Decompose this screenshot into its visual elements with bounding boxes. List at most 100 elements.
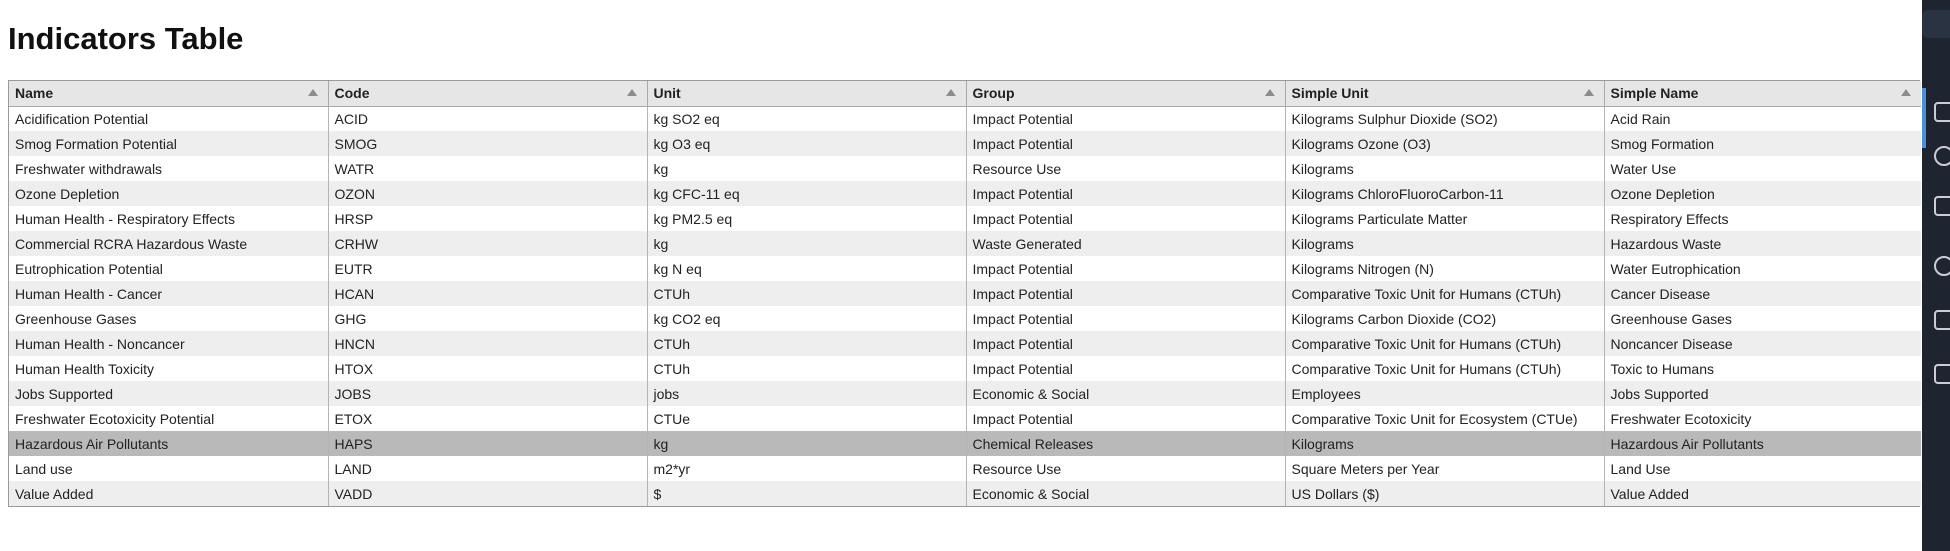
cell-simple-unit: Kilograms ChloroFluoroCarbon-11	[1285, 181, 1605, 206]
cell-simple-unit: Kilograms Ozone (O3)	[1285, 131, 1605, 156]
table-row[interactable]: Commercial RCRA Hazardous Waste CRHW kg Was…	[9, 231, 1921, 256]
cell-code: HTOX	[328, 356, 648, 381]
sort-asc-icon[interactable]	[1901, 89, 1911, 96]
cell-unit: CTUh	[647, 281, 967, 306]
table-row[interactable]: Acidification Potential ACID kg SO2 eq Impa…	[9, 106, 1921, 131]
sort-asc-icon[interactable]	[307, 89, 318, 96]
cell-unit: CTUh	[647, 331, 967, 356]
cell-simple-name: Smog Formation	[1604, 131, 1921, 156]
cell-code: VADD	[328, 481, 648, 506]
table-row[interactable]: Hazardous Air Pollutants HAPS kg Chemical R…	[9, 431, 1921, 456]
cell-name: Jobs Supported	[9, 381, 329, 406]
table-row[interactable]: Jobs Supported JOBS jobs Economic & Social E…	[9, 381, 1921, 406]
cell-code: LAND	[328, 456, 648, 481]
cell-name: Freshwater withdrawals	[9, 156, 329, 181]
cell-unit: CTUe	[647, 406, 967, 431]
cell-group: Impact Potential	[966, 181, 1286, 206]
table-row[interactable]: Greenhouse Gases GHG kg CO2 eq Impact Poten…	[9, 306, 1921, 331]
cell-simple-unit: Kilograms Sulphur Dioxide (SO2)	[1285, 106, 1605, 131]
cell-simple-name: Water Eutrophication	[1604, 256, 1921, 281]
sort-asc-icon[interactable]	[1264, 89, 1275, 96]
cell-code: ETOX	[328, 406, 648, 431]
column-header-unit[interactable]: Unit	[647, 81, 967, 107]
cell-simple-name: Respiratory Effects	[1604, 206, 1921, 231]
cell-name: Land use	[9, 456, 329, 481]
cell-name: Acidification Potential	[9, 106, 329, 131]
cell-group: Impact Potential	[966, 281, 1286, 306]
page-title: Indicators Table	[8, 21, 244, 56]
cell-group: Waste Generated	[966, 231, 1286, 256]
table-row[interactable]: Human Health Toxicity HTOX CTUh Impact Pote…	[9, 356, 1921, 381]
cell-group: Resource Use	[966, 156, 1286, 181]
cell-name: Human Health - Cancer	[9, 281, 329, 306]
cell-simple-unit: Comparative Toxic Unit for Humans (CTUh)	[1285, 331, 1605, 356]
cell-simple-name: Cancer Disease	[1604, 281, 1921, 306]
dock-top-button[interactable]	[1922, 10, 1950, 38]
extensions-icon[interactable]	[1934, 310, 1950, 330]
cell-group: Impact Potential	[966, 106, 1286, 131]
cell-name: Eutrophication Potential	[9, 256, 329, 281]
cell-name: Value Added	[9, 481, 329, 506]
cell-simple-unit: Employees	[1285, 381, 1605, 406]
search-icon[interactable]	[1934, 146, 1950, 166]
table-row[interactable]: Land use LAND m2*yr Resource Use Square Mete…	[9, 456, 1921, 481]
sort-asc-icon[interactable]	[1583, 89, 1594, 96]
table-row[interactable]: Freshwater withdrawals WATR kg Resource Use…	[9, 156, 1921, 181]
cell-group: Impact Potential	[966, 131, 1286, 156]
cell-simple-name: Acid Rain	[1604, 106, 1921, 131]
cell-unit: kg PM2.5 eq	[647, 206, 967, 231]
column-header-simple-unit[interactable]: Simple Unit	[1285, 81, 1605, 107]
cell-group: Chemical Releases	[966, 431, 1286, 456]
cell-simple-unit: Comparative Toxic Unit for Humans (CTUh)	[1285, 281, 1605, 306]
cell-code: HAPS	[328, 431, 648, 456]
debug-icon[interactable]	[1934, 256, 1950, 276]
cell-group: Impact Potential	[966, 331, 1286, 356]
cell-code: CRHW	[328, 231, 648, 256]
column-header-simple-name[interactable]: Simple Name	[1604, 81, 1921, 107]
table-row[interactable]: Human Health - Cancer HCAN CTUh Impact Pote…	[9, 281, 1921, 306]
cell-simple-name: Noncancer Disease	[1604, 331, 1921, 356]
cell-unit: kg	[647, 431, 967, 456]
cell-code: EUTR	[328, 256, 648, 281]
cell-simple-name: Water Use	[1604, 156, 1921, 181]
cell-simple-unit: Comparative Toxic Unit for Humans (CTUh)	[1285, 356, 1605, 381]
source-control-icon[interactable]	[1934, 196, 1950, 216]
cell-simple-unit: Kilograms Particulate Matter	[1285, 206, 1605, 231]
table-body: Acidification Potential ACID kg SO2 eq Impa…	[9, 106, 1921, 506]
cell-simple-name: Hazardous Waste	[1604, 231, 1921, 256]
cell-simple-name: Hazardous Air Pollutants	[1604, 431, 1921, 456]
files-icon[interactable]	[1934, 102, 1950, 122]
cell-simple-name: Ozone Depletion	[1604, 181, 1921, 206]
indicators-table-container: Name Code Unit Group Simple Unit Simple …	[8, 80, 1921, 507]
cell-simple-name: Freshwater Ecotoxicity	[1604, 406, 1921, 431]
column-header-group[interactable]: Group	[966, 81, 1286, 107]
table-row[interactable]: Human Health - Respiratory Effects HRSP kg…	[9, 206, 1921, 231]
table-row[interactable]: Ozone Depletion OZON kg CFC-11 eq Impact Po…	[9, 181, 1921, 206]
column-header-name[interactable]: Name	[9, 81, 329, 107]
cell-simple-unit: Kilograms	[1285, 156, 1605, 181]
dock-active-indicator	[1922, 88, 1926, 148]
table-row[interactable]: Freshwater Ecotoxicity Potential ETOX CTUe…	[9, 406, 1921, 431]
cell-name: Freshwater Ecotoxicity Potential	[9, 406, 329, 431]
cell-simple-unit: Comparative Toxic Unit for Ecosystem (CT…	[1285, 406, 1605, 431]
table-header-row: Name Code Unit Group Simple Unit Simple …	[9, 81, 1921, 107]
cell-name: Human Health - Noncancer	[9, 331, 329, 356]
cell-group: Impact Potential	[966, 206, 1286, 231]
cell-code: ACID	[328, 106, 648, 131]
cell-name: Hazardous Air Pollutants	[9, 431, 329, 456]
cell-unit: m2*yr	[647, 456, 967, 481]
cell-simple-unit: Kilograms Nitrogen (N)	[1285, 256, 1605, 281]
table-row[interactable]: Smog Formation Potential SMOG kg O3 eq Impa…	[9, 131, 1921, 156]
cell-group: Impact Potential	[966, 356, 1286, 381]
cell-name: Human Health Toxicity	[9, 356, 329, 381]
column-header-code[interactable]: Code	[328, 81, 648, 107]
table-row[interactable]: Eutrophication Potential EUTR kg N eq Impac…	[9, 256, 1921, 281]
remote-explorer-icon[interactable]	[1934, 364, 1950, 384]
table-row[interactable]: Value Added VADD $ Economic & Social US Doll…	[9, 481, 1921, 506]
table-row[interactable]: Human Health - Noncancer HNCN CTUh Impact P…	[9, 331, 1921, 356]
sort-asc-icon[interactable]	[626, 89, 637, 96]
cell-simple-name: Toxic to Humans	[1604, 356, 1921, 381]
sort-asc-icon[interactable]	[945, 89, 956, 96]
cell-simple-unit: US Dollars ($)	[1285, 481, 1605, 506]
cell-code: HCAN	[328, 281, 648, 306]
